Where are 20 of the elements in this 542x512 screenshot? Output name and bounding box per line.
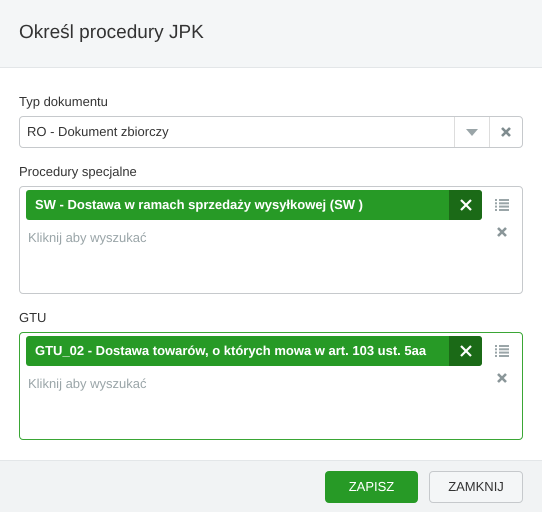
field-label: Procedury specjalne xyxy=(19,164,138,180)
select-value: RO - Dokument zbiorczy xyxy=(26,123,170,142)
close-button[interactable]: ZAMKNIJ xyxy=(429,470,523,502)
list-icon[interactable] xyxy=(495,345,509,357)
save-button[interactable]: ZAPISZ xyxy=(325,470,418,502)
selected-tag: GTU_02 - Dostawa towarów, o których mowa w art. 103 ust. 5aa xyxy=(26,336,482,366)
search-input[interactable]: Kliknij aby wyszukać xyxy=(26,226,326,248)
dialog-title: Określ procedury JPK xyxy=(19,21,204,46)
close-icon[interactable] xyxy=(501,127,511,137)
close-icon[interactable] xyxy=(497,227,507,237)
close-icon[interactable] xyxy=(497,373,507,383)
field-label: GTU xyxy=(19,310,48,326)
dropdown-arrow-icon[interactable] xyxy=(466,128,478,136)
multiselect-field[interactable]: GTU_02 - Dostawa towarów, o których mowa w art. 103 ust. 5aa Kliknij aby wyszukać xyxy=(19,332,523,440)
field-label: Typ dokumentu xyxy=(19,94,109,110)
search-input[interactable]: Kliknij aby wyszukać xyxy=(26,372,326,394)
selected-tag: SW - Dostawa w ramach sprzedaży wysyłkowej (SW ) xyxy=(26,190,482,220)
multiselect-field[interactable]: SW - Dostawa w ramach sprzedaży wysyłkowej (SW ) Kliknij aby wyszukać xyxy=(19,186,523,294)
list-icon[interactable] xyxy=(495,199,509,211)
document-type-select[interactable]: RO - Dokument zbiorczy xyxy=(19,116,523,148)
